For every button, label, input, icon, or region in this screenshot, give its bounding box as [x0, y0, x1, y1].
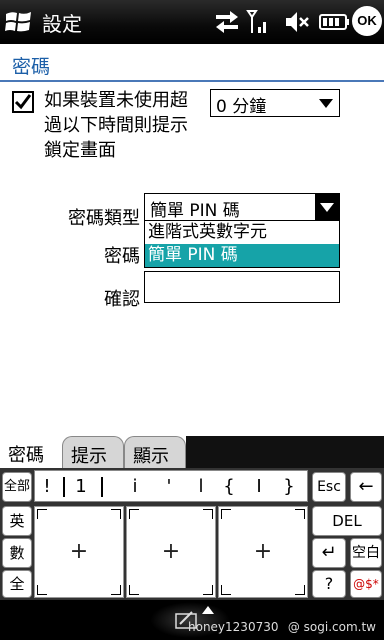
delete-key[interactable]: DEL — [312, 506, 382, 536]
candidate-separator — [63, 477, 65, 497]
candidate-symbol[interactable]: I — [249, 476, 269, 497]
watermark-site: @ sogi.com.tw — [287, 620, 376, 634]
confirm-label: 確認 — [104, 289, 140, 310]
candidate-symbol[interactable]: } — [279, 476, 299, 497]
pad-corner — [111, 509, 121, 519]
candidate-row: ! 1 i ' l { I } — [34, 470, 308, 502]
option-simple-pin[interactable]: 簡單 PIN 碼 — [145, 244, 339, 267]
question-key[interactable]: ? — [312, 570, 346, 598]
key-fullwidth[interactable]: 全 — [2, 570, 32, 598]
confirm-password-input[interactable] — [144, 271, 340, 303]
pad-corner — [203, 585, 213, 595]
pad-center-mark: + — [69, 539, 89, 564]
candidate-separator — [101, 477, 103, 497]
pad-center-mark: + — [161, 539, 181, 564]
key-all[interactable]: 全部 — [2, 472, 32, 502]
battery-icon — [318, 13, 350, 35]
section-title: 密碼 — [12, 56, 51, 78]
space-key[interactable]: 空白 — [350, 538, 382, 568]
data-transfer-icon — [214, 9, 240, 39]
candidate-symbol[interactable]: ' — [159, 476, 179, 497]
backspace-key[interactable]: ← — [350, 472, 382, 502]
windows-start-icon[interactable] — [4, 8, 34, 36]
signal-icon — [246, 9, 270, 39]
candidate-symbol[interactable]: 1 — [71, 476, 91, 497]
pad-corner — [129, 509, 139, 519]
lock-screen-checkbox[interactable] — [12, 91, 34, 113]
tab-display[interactable]: 顯示 — [124, 436, 186, 468]
candidate-symbol[interactable]: l — [191, 476, 211, 497]
pad-corner — [203, 509, 213, 519]
chevron-down-icon — [315, 194, 339, 220]
tab-hint[interactable]: 提示 — [62, 436, 124, 468]
password-type-label: 密碼類型 — [68, 208, 140, 229]
pad-corner — [111, 585, 121, 595]
watermark-user: honey1230730 — [188, 620, 279, 634]
option-alphanumeric[interactable]: 進階式英數字元 — [145, 221, 339, 244]
password-label: 密碼 — [104, 246, 140, 267]
tab-bar-filler — [186, 436, 384, 468]
volume-mute-icon — [284, 9, 310, 39]
chevron-down-icon — [319, 99, 333, 108]
handwriting-keyboard: 全部 英 數 全 ! 1 i ' l { I } + + + Esc ← DEL… — [0, 468, 384, 600]
pad-corner — [295, 585, 305, 595]
special-chars-key[interactable]: @$* — [350, 570, 382, 598]
password-type-dropdown[interactable]: 簡單 PIN 碼 — [144, 193, 340, 221]
ok-button[interactable]: OK — [352, 6, 382, 36]
candidate-symbol[interactable]: { — [219, 476, 239, 497]
pad-corner — [37, 509, 47, 519]
password-type-value: 簡單 PIN 碼 — [150, 201, 240, 221]
candidate-symbol[interactable]: ! — [37, 476, 57, 497]
handwriting-pad-1[interactable]: + — [34, 506, 124, 598]
enter-key[interactable]: ↵ — [312, 538, 346, 568]
pad-corner — [221, 585, 231, 595]
pad-corner — [129, 585, 139, 595]
key-number[interactable]: 數 — [2, 538, 32, 568]
pad-corner — [221, 509, 231, 519]
candidate-symbol[interactable]: i — [125, 476, 145, 497]
tab-password[interactable]: 密碼 — [0, 436, 62, 468]
section-divider — [0, 80, 384, 82]
pad-corner — [295, 509, 305, 519]
key-english[interactable]: 英 — [2, 506, 32, 536]
handwriting-pad-2[interactable]: + — [126, 506, 216, 598]
tab-bar: 密碼 提示 顯示 — [0, 436, 384, 468]
checkmark-icon — [14, 94, 32, 110]
handwriting-pad-3[interactable]: + — [218, 506, 308, 598]
timeout-dropdown[interactable]: 0 分鐘 — [210, 89, 340, 117]
esc-key[interactable]: Esc — [312, 472, 346, 502]
title-bar: 設定 OK — [0, 0, 384, 44]
timeout-value: 0 分鐘 — [216, 97, 267, 117]
pad-center-mark: + — [253, 539, 273, 564]
pad-corner — [37, 585, 47, 595]
window-title: 設定 — [42, 12, 82, 36]
lock-screen-label: 如果裝置未使用超過以下時間則提示鎖定畫面 — [44, 90, 188, 161]
password-type-list: 進階式英數字元 簡單 PIN 碼 — [144, 220, 340, 268]
